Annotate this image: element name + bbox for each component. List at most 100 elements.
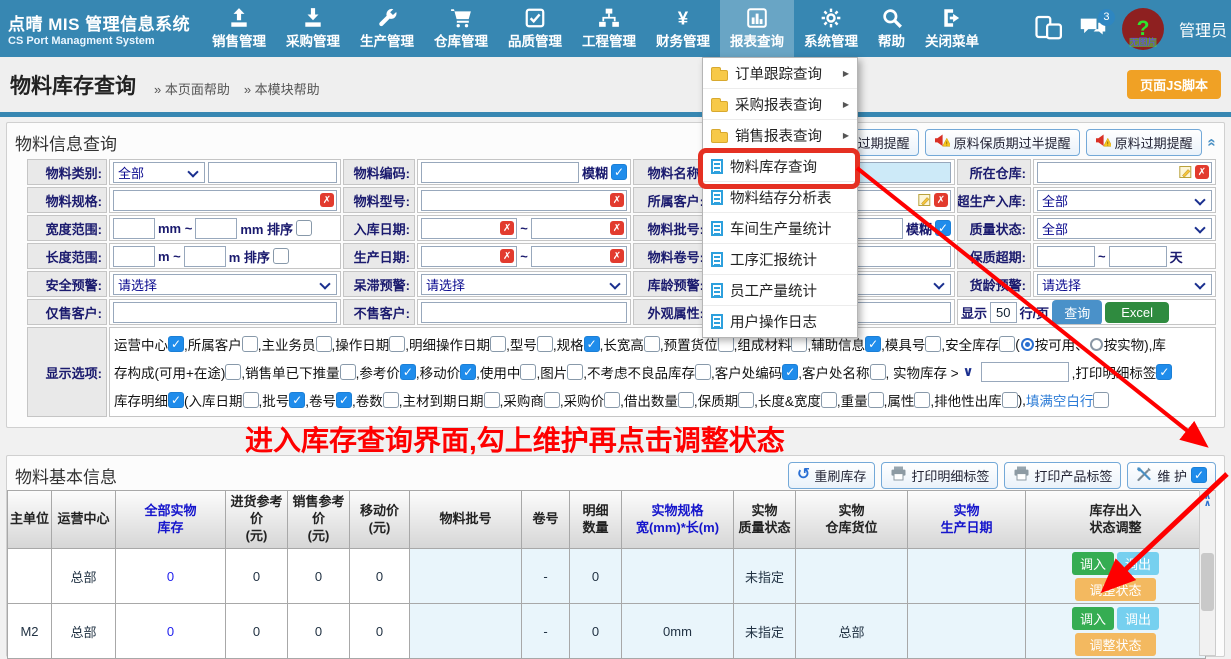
checkbox[interactable]	[695, 364, 711, 380]
query-button[interactable]: 查询	[1052, 300, 1102, 325]
checkbox[interactable]	[383, 392, 399, 408]
select-input[interactable]: 请选择	[1037, 274, 1212, 295]
column-header[interactable]: 移动价(元)	[350, 491, 410, 549]
scroll-up-icon[interactable]: ∧∧	[1200, 491, 1215, 507]
checkbox[interactable]: ✓	[336, 392, 352, 408]
checkbox[interactable]	[868, 392, 884, 408]
dropdown-chevron-icon[interactable]: ∨	[963, 364, 974, 380]
checkbox[interactable]: ✓	[1156, 364, 1172, 380]
adjust-status-button[interactable]: 调整状态	[1075, 578, 1155, 601]
text-input[interactable]: 50	[990, 302, 1017, 323]
checkbox[interactable]	[644, 336, 660, 352]
checkbox[interactable]	[870, 364, 886, 380]
checkbox[interactable]	[340, 364, 356, 380]
checkbox[interactable]: ✓	[1191, 467, 1207, 483]
nav-item-sales[interactable]: 销售管理	[202, 0, 276, 57]
checkbox[interactable]	[242, 336, 258, 352]
checkbox[interactable]: ✓	[400, 364, 416, 380]
checkbox[interactable]: ✓	[289, 392, 305, 408]
nav-item-purchase[interactable]: 采购管理	[276, 0, 350, 57]
checkbox[interactable]	[925, 336, 941, 352]
menu-item-process-report-stats[interactable]: 工序汇报统计	[703, 244, 857, 275]
checkbox[interactable]	[791, 336, 807, 352]
checkbox[interactable]: ✓	[611, 164, 627, 180]
nav-item-quality[interactable]: 品质管理	[498, 0, 572, 57]
checkbox[interactable]	[718, 336, 734, 352]
threshold-input[interactable]	[981, 362, 1069, 382]
checkbox[interactable]	[296, 220, 312, 236]
print-product-label-button[interactable]: 打印产品标签	[1004, 462, 1121, 489]
nav-item-warehouse[interactable]: 仓库管理	[424, 0, 498, 57]
scrollbar[interactable]: ∧∧	[1199, 490, 1216, 656]
text-input[interactable]	[195, 218, 237, 239]
menu-item-workshop-output-stats[interactable]: 车间生产量统计	[703, 213, 857, 244]
menu-item-purchase-reports[interactable]: 采购报表查询 ▶	[703, 89, 857, 120]
checkbox[interactable]	[389, 336, 405, 352]
text-input[interactable]: ✗	[531, 218, 627, 239]
checkbox[interactable]	[604, 392, 620, 408]
nav-item-help[interactable]: 帮助	[868, 0, 915, 57]
nav-item-system[interactable]: 系统管理	[794, 0, 868, 57]
fill-blank-link[interactable]: 填满空白行	[1026, 390, 1094, 410]
radio-on[interactable]	[1021, 338, 1034, 351]
column-header[interactable]: 销售参考价(元)	[288, 491, 350, 549]
nav-item-engineering[interactable]: 工程管理	[572, 0, 646, 57]
checkbox[interactable]	[544, 392, 560, 408]
radio-off[interactable]	[1090, 338, 1103, 351]
checkbox[interactable]	[243, 392, 259, 408]
text-input[interactable]: ✗	[1037, 162, 1212, 183]
checkbox[interactable]	[484, 392, 500, 408]
edit-icon[interactable]	[918, 193, 932, 207]
menu-item-material-balance-analysis[interactable]: 物料结存分析表	[703, 182, 857, 213]
excel-button[interactable]: Excel	[1105, 302, 1169, 323]
clear-icon[interactable]: ✗	[934, 193, 948, 207]
clear-icon[interactable]: ✗	[500, 249, 514, 263]
checkbox[interactable]	[567, 364, 583, 380]
checkbox[interactable]: ✓	[782, 364, 798, 380]
text-input[interactable]: ✗	[421, 246, 517, 267]
text-input[interactable]	[1109, 246, 1167, 267]
select-input[interactable]: 请选择	[113, 274, 337, 295]
checkbox[interactable]	[821, 392, 837, 408]
checkbox[interactable]	[490, 336, 506, 352]
column-header[interactable]: 实物生产日期	[908, 491, 1026, 549]
menu-item-order-tracking[interactable]: 订单跟踪查询 ▶	[703, 58, 857, 89]
text-input[interactable]: ✗	[531, 246, 627, 267]
clear-icon[interactable]: ✗	[610, 249, 624, 263]
checkbox[interactable]: ✓	[935, 220, 951, 236]
checkbox[interactable]	[520, 364, 536, 380]
transfer-in-button[interactable]: 调入	[1072, 607, 1114, 630]
checkbox[interactable]: ✓	[584, 336, 600, 352]
module-help-link[interactable]: » 本模块帮助	[244, 79, 320, 98]
column-header[interactable]: 库存出入状态调整	[1026, 491, 1206, 549]
nav-item-finance[interactable]: ¥ 财务管理	[646, 0, 720, 57]
text-input[interactable]	[184, 246, 226, 267]
select-input[interactable]: 请选择	[421, 274, 627, 295]
checkbox[interactable]	[999, 336, 1015, 352]
checkbox[interactable]	[678, 392, 694, 408]
scrollbar-thumb[interactable]	[1201, 553, 1214, 611]
column-header[interactable]: 运营中心	[52, 491, 116, 549]
select-input[interactable]: 全部	[113, 162, 205, 183]
column-header[interactable]: 主单位	[8, 491, 52, 549]
checkbox[interactable]	[914, 392, 930, 408]
maintain-button[interactable]: 维 护 ✓	[1127, 462, 1216, 489]
print-detail-label-button[interactable]: 打印明细标签	[881, 462, 998, 489]
checkbox[interactable]	[1002, 392, 1018, 408]
column-header[interactable]: 物料批号	[410, 491, 522, 549]
clear-icon[interactable]: ✗	[610, 193, 624, 207]
text-input[interactable]	[113, 218, 155, 239]
select-input[interactable]: 全部	[1037, 218, 1212, 239]
edit-icon[interactable]	[1179, 165, 1193, 179]
checkbox[interactable]: ✓	[865, 336, 881, 352]
raw-half-shelf-alert-button[interactable]: !原料保质期过半提醒	[925, 129, 1080, 156]
page-help-link[interactable]: » 本页面帮助	[154, 79, 230, 98]
column-header[interactable]: 进货参考价(元)	[226, 491, 288, 549]
checkbox[interactable]: ✓	[168, 336, 184, 352]
menu-item-sales-reports[interactable]: 销售报表查询 ▶	[703, 120, 857, 151]
column-header[interactable]: 实物质量状态	[734, 491, 796, 549]
checkbox[interactable]	[273, 248, 289, 264]
transfer-out-button[interactable]: 调出	[1117, 552, 1159, 575]
nav-item-close-menu[interactable]: 关闭菜单	[915, 0, 989, 57]
column-header[interactable]: 实物规格宽(mm)*长(m)	[622, 491, 734, 549]
